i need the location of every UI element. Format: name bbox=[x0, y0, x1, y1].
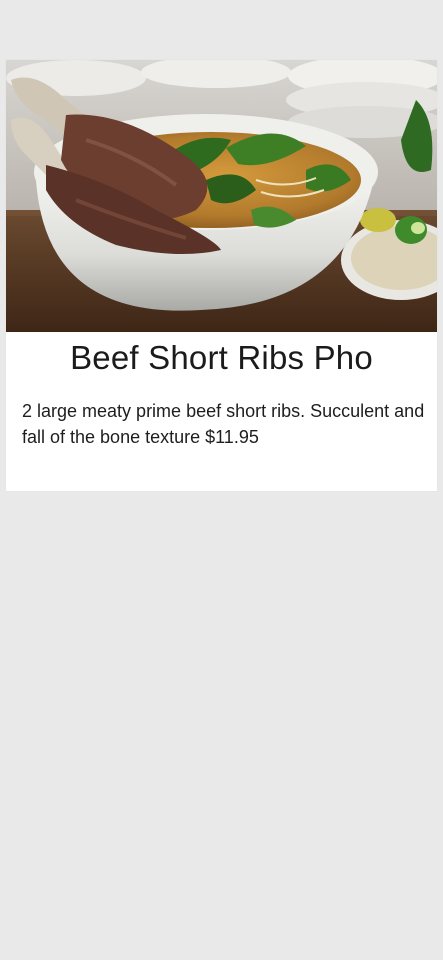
menu-item-title: Beef Short Ribs Pho bbox=[70, 339, 373, 376]
menu-item-description: 2 large meaty prime beef short ribs. Suc… bbox=[22, 401, 425, 447]
menu-item-card[interactable]: Beef Short Ribs Pho 2 large meaty prime … bbox=[6, 60, 437, 491]
pho-bowl-image bbox=[6, 60, 437, 332]
menu-item-photo[interactable] bbox=[6, 60, 437, 332]
